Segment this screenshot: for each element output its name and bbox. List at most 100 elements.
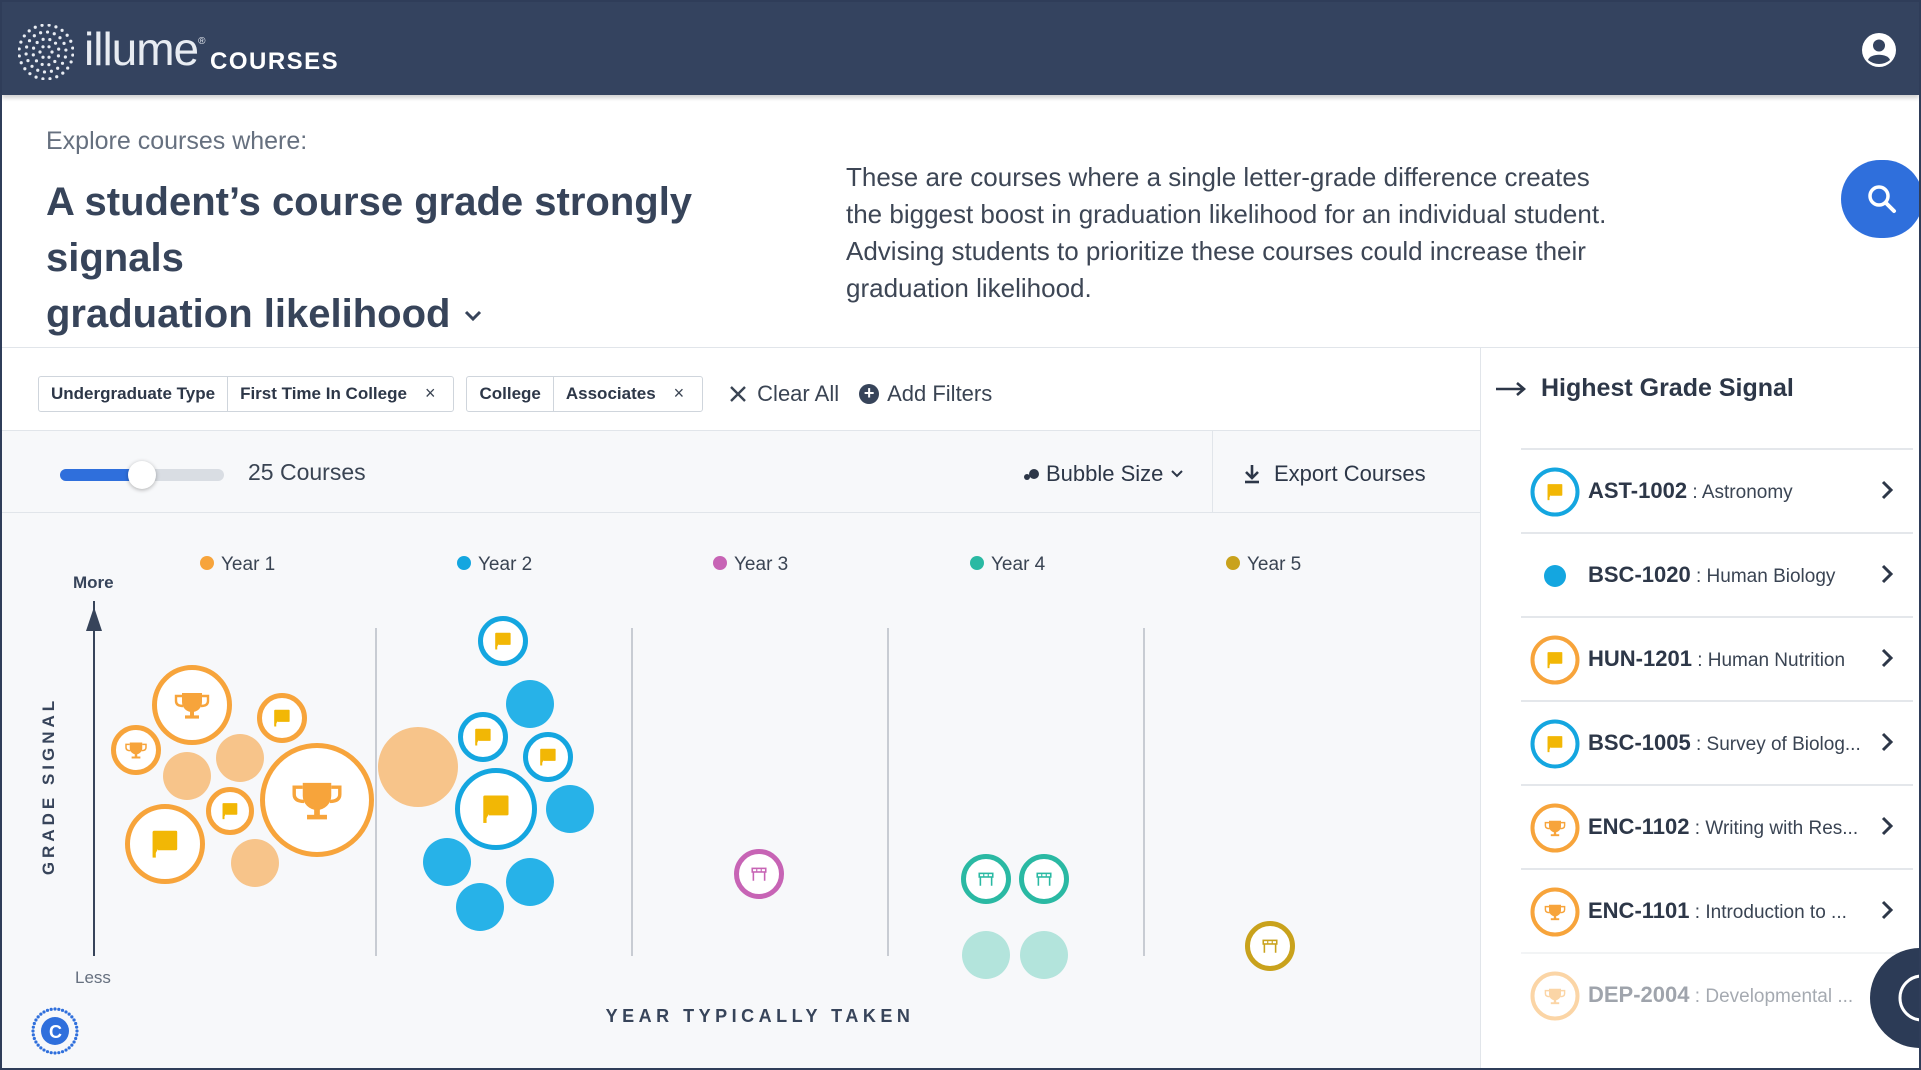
chevron-down-icon[interactable] — [462, 305, 484, 327]
course-bubble[interactable] — [125, 804, 205, 884]
course-bubble[interactable] — [206, 787, 254, 835]
remove-filter-icon[interactable]: × — [417, 377, 454, 411]
course-code: AST-1002 : Astronomy — [1588, 478, 1793, 503]
course-name: : Writing with Res... — [1689, 818, 1859, 839]
product-name: COURSES — [210, 48, 340, 75]
course-name: : Introduction to ... — [1689, 902, 1847, 923]
legend-swatch — [713, 556, 727, 570]
y-axis-label: GRADE SIGNAL — [39, 697, 58, 875]
chart-panel: 25 Courses Bubble Size Export Courses Ye… — [2, 430, 1480, 1068]
legend-swatch — [1226, 556, 1240, 570]
explore-label: Explore courses where: — [46, 127, 308, 155]
flag-icon — [1530, 719, 1580, 769]
add-filters-button[interactable]: + Add Filters — [859, 381, 992, 407]
course-list-item[interactable]: DEP-2004 : Developmental ... — [1521, 952, 1913, 1036]
panel-title-text: Highest Grade Signal — [1541, 374, 1794, 402]
course-name: : Astronomy — [1687, 482, 1793, 503]
close-icon — [730, 386, 747, 402]
course-name: : Human Biology — [1690, 566, 1836, 587]
trophy-icon — [1530, 971, 1580, 1021]
remove-filter-icon[interactable]: × — [666, 377, 703, 411]
course-bubble[interactable] — [456, 883, 504, 931]
filter-chip-undergraduate-type: Undergraduate Type First Time In College… — [38, 376, 455, 412]
dot-icon — [1544, 565, 1566, 587]
course-bubble[interactable] — [455, 768, 537, 850]
course-code: BSC-1020 : Human Biology — [1588, 562, 1836, 587]
signal-selector[interactable]: A student’s course grade strongly signal… — [46, 174, 806, 342]
y-axis-bottom-label: Less — [75, 968, 111, 987]
legend-item: Year 5 — [1226, 554, 1301, 575]
chevron-right-icon — [1881, 816, 1894, 836]
clear-all-button[interactable]: Clear All — [729, 381, 839, 407]
legend-label: Year 1 — [221, 554, 275, 575]
course-bubble[interactable] — [378, 727, 458, 807]
legend-label: Year 2 — [478, 554, 532, 575]
course-bubble[interactable] — [163, 752, 211, 800]
course-list-item[interactable]: BSC-1005 : Survey of Biolog... — [1521, 700, 1913, 784]
course-bubble[interactable] — [546, 785, 594, 833]
course-bubble[interactable] — [152, 665, 232, 745]
course-list-item[interactable]: AST-1002 : Astronomy — [1521, 448, 1913, 532]
filter-chip-college: College Associates × — [466, 376, 704, 412]
course-code: BSC-1005 : Survey of Biolog... — [1588, 730, 1861, 755]
flag-icon — [1530, 467, 1580, 517]
logo-wordmark: illume® — [84, 23, 206, 75]
chevron-right-icon — [1881, 648, 1894, 668]
course-code: ENC-1102 : Writing with Res... — [1588, 814, 1859, 839]
legend-swatch — [970, 556, 984, 570]
user-circle-icon[interactable] — [1861, 32, 1897, 68]
panel-title: Highest Grade Signal — [1495, 374, 1794, 403]
app-window: illume® COURSES Explore courses where: A… — [0, 0, 1921, 1070]
x-axis-label: YEAR TYPICALLY TAKEN — [606, 1006, 915, 1026]
course-code: HUN-1201 : Human Nutrition — [1588, 646, 1846, 671]
course-bubble[interactable] — [216, 734, 264, 782]
legend-label: Year 3 — [734, 554, 788, 575]
course-code: DEP-2004 : Developmental ... — [1588, 982, 1854, 1007]
course-bubble[interactable] — [423, 838, 471, 886]
course-list-item[interactable]: HUN-1201 : Human Nutrition — [1521, 616, 1913, 700]
course-bubble[interactable] — [734, 849, 784, 899]
filter-chip-value: Associates — [565, 384, 656, 403]
course-bubble[interactable] — [523, 732, 573, 782]
course-bubble[interactable] — [962, 931, 1010, 979]
course-list: AST-1002 : Astronomy BSC-1020 : Human Bio… — [1521, 448, 1913, 1036]
search-button[interactable] — [1841, 160, 1919, 238]
legend-label: Year 4 — [991, 554, 1046, 575]
y-axis-arrowhead — [86, 607, 102, 631]
trophy-icon — [1530, 803, 1580, 853]
chevron-right-icon — [1881, 900, 1894, 920]
question-icon — [1898, 974, 1919, 1022]
course-list-item[interactable]: ENC-1102 : Writing with Res... — [1521, 784, 1913, 868]
course-bubble[interactable] — [458, 712, 508, 762]
course-bubble[interactable] — [1019, 854, 1069, 904]
arrow-right-icon — [1496, 381, 1526, 396]
legend-item: Year 1 — [200, 554, 275, 575]
course-bubble[interactable] — [257, 693, 307, 743]
course-name: : Human Nutrition — [1691, 650, 1846, 671]
top-bar: illume® COURSES — [2, 2, 1919, 95]
signal-description: These are courses where a single letter-… — [846, 162, 1607, 303]
filter-chip-value: First Time In College — [240, 384, 407, 403]
course-name: : Survey of Biolog... — [1690, 734, 1861, 755]
filter-chip-key: College — [467, 377, 554, 411]
headline-line-2: graduation likelihood — [46, 292, 451, 336]
course-bubble[interactable] — [506, 858, 554, 906]
course-bubble[interactable] — [478, 616, 528, 666]
svg-text:C: C — [49, 1022, 62, 1042]
course-list-item[interactable]: ENC-1101 : Introduction to ... — [1521, 868, 1913, 952]
course-bubble[interactable] — [260, 743, 374, 857]
course-bubble[interactable] — [961, 854, 1011, 904]
highest-grade-signal-panel: Highest Grade Signal AST-1002 : Astronom… — [1480, 348, 1919, 1068]
course-bubble[interactable] — [1245, 921, 1295, 971]
course-list-item[interactable]: BSC-1020 : Human Biology — [1521, 532, 1913, 616]
chevron-right-icon — [1881, 732, 1894, 752]
legend-item: Year 4 — [970, 554, 1046, 575]
course-bubble-chart: Year 1 Year 2 Year 3 Year 4 Year 5 More Less GR… — [31, 554, 1301, 1055]
legend-item: Year 3 — [713, 554, 788, 575]
course-bubble[interactable] — [506, 680, 554, 728]
flag-icon — [1530, 635, 1580, 685]
legend-label: Year 5 — [1247, 554, 1301, 575]
course-bubble[interactable] — [111, 725, 161, 775]
course-bubble[interactable] — [231, 839, 279, 887]
course-bubble[interactable] — [1020, 931, 1068, 979]
